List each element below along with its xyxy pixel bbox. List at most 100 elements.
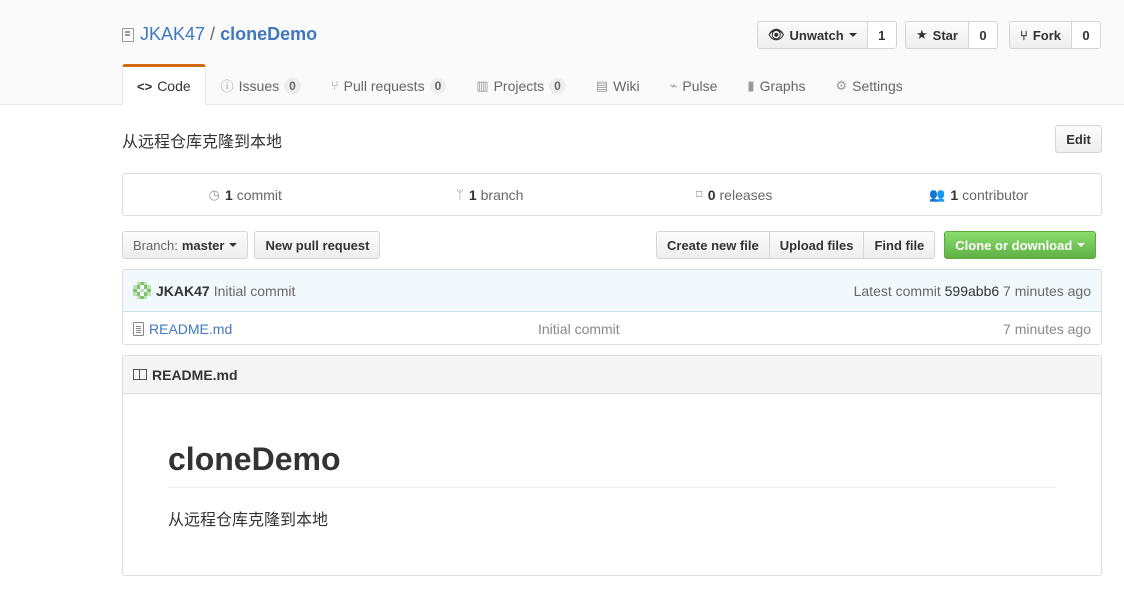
star-group: ★ Star 0 — [905, 21, 998, 49]
releases-link[interactable]: ⌑ 0 releases — [612, 174, 857, 215]
unwatch-group: 👁 Unwatch 1 — [757, 21, 897, 49]
repo-separator: / — [210, 24, 216, 44]
eye-icon: 👁 — [768, 27, 785, 42]
commits-count: 1 — [224, 186, 233, 203]
star-icon: ★ — [916, 27, 928, 42]
branches-label: branch — [480, 186, 524, 203]
file-commit-message-link[interactable]: Initial commit — [538, 321, 620, 337]
tab-counter: 0 — [429, 77, 447, 94]
code-icon: <> — [137, 78, 153, 94]
branch-controls: Branch: master New pull request — [122, 231, 381, 259]
clone-or-download-button[interactable]: Clone or download — [944, 231, 1097, 259]
commit-sha-link[interactable]: 599abb6 — [945, 283, 1000, 299]
forks-count[interactable]: 0 — [1071, 22, 1100, 48]
branch-name: master — [181, 237, 225, 253]
file-list: JKAK47 Initial commit Latest commit 599a… — [122, 269, 1102, 345]
contributors-label: contributor — [962, 186, 1029, 203]
file-icon — [133, 321, 144, 336]
tab-label: Code — [157, 78, 191, 94]
readme-body: cloneDemo 从远程仓库克隆到本地 — [123, 441, 1101, 530]
branch-select-button[interactable]: Branch: master — [122, 231, 249, 259]
releases-count: 0 — [707, 186, 716, 203]
clone-label: Clone or download — [955, 237, 1073, 253]
book-icon: ▤ — [595, 77, 609, 93]
tab-counter: 0 — [549, 77, 566, 94]
tab-graphs[interactable]: ▮ Graphs — [732, 64, 820, 105]
branch-icon: ᛘ — [456, 187, 464, 202]
readme: README.md cloneDemo 从远程仓库克隆到本地 — [122, 355, 1102, 576]
pulse-icon: ⌁ — [669, 77, 678, 93]
tab-wiki[interactable]: ▤ Wiki — [581, 64, 655, 105]
star-button[interactable]: ★ Star — [906, 22, 969, 48]
readme-filename: README.md — [152, 366, 238, 383]
commit-message-link[interactable]: Initial commit — [214, 283, 296, 299]
tab-label: Pull requests — [343, 77, 425, 94]
stars-count[interactable]: 0 — [968, 22, 997, 48]
graph-icon: ▮ — [747, 77, 755, 93]
latest-commit-prefix: Latest commit — [853, 282, 941, 299]
find-file-button[interactable]: Find file — [863, 231, 936, 259]
latest-commit-info: Latest commit 599abb6 7 minutes ago — [854, 283, 1091, 299]
star-label: Star — [932, 27, 958, 43]
tab-code[interactable]: <> Code — [122, 64, 206, 106]
watchers-count[interactable]: 1 — [867, 22, 896, 48]
create-new-file-button[interactable]: Create new file — [656, 231, 770, 259]
repo-summary: ◷ 1 commit ᛘ 1 branch ⌑ 0 releases 👥 1 c… — [122, 173, 1102, 216]
file-commit-time: 7 minutes ago — [1003, 320, 1091, 337]
pull-request-icon: ⑂ — [330, 78, 339, 93]
commits-link[interactable]: ◷ 1 commit — [123, 174, 368, 215]
chevron-down-icon — [229, 243, 238, 247]
branches-link[interactable]: ᛘ 1 branch — [368, 174, 613, 215]
tab-projects[interactable]: ▥ Projects 0 — [461, 64, 581, 105]
history-icon: ◷ — [208, 186, 220, 202]
people-icon: 👥 — [929, 186, 946, 202]
repo-nav: <> Code ⓘ Issues 0 ⑂ Pull requests 0 ▥ P… — [122, 64, 918, 106]
tab-label: Projects — [493, 77, 545, 94]
tab-label: Pulse — [682, 77, 718, 94]
repo-title: JKAK47 / cloneDemo — [122, 24, 317, 45]
unwatch-button[interactable]: 👁 Unwatch — [758, 22, 868, 48]
repo-header: JKAK47 / cloneDemo 👁 Unwatch 1 ★ Star 0 … — [0, 0, 1124, 106]
avatar[interactable] — [133, 281, 151, 300]
gear-icon: ⚙ — [835, 77, 848, 93]
readme-heading: cloneDemo — [168, 441, 1056, 489]
commits-label: commit — [236, 186, 282, 203]
tab-label: Settings — [852, 77, 903, 94]
branch-prefix: Branch: — [133, 237, 178, 253]
edit-description-button[interactable]: Edit — [1055, 125, 1102, 153]
repo-name-link[interactable]: cloneDemo — [220, 24, 317, 45]
tab-settings[interactable]: ⚙ Settings — [821, 64, 918, 105]
tab-label: Issues — [238, 77, 280, 94]
branches-count: 1 — [468, 186, 477, 203]
fork-icon: ⑂ — [1020, 27, 1028, 43]
repo-description: 从远程仓库克隆到本地 — [122, 134, 283, 151]
repo-icon — [122, 27, 134, 42]
chevron-down-icon — [848, 33, 857, 37]
fork-label: Fork — [1032, 27, 1061, 43]
tab-label: Graphs — [759, 77, 806, 94]
tab-counter: 0 — [284, 77, 301, 94]
file-name-link[interactable]: README.md — [149, 321, 232, 337]
tab-pull-requests[interactable]: ⑂ Pull requests 0 — [316, 64, 461, 105]
tab-pulse[interactable]: ⌁ Pulse — [655, 64, 733, 105]
tag-icon: ⌑ — [696, 186, 703, 202]
repo-owner-link[interactable]: JKAK47 — [140, 24, 205, 45]
project-icon: ▥ — [476, 77, 489, 93]
issue-icon: ⓘ — [220, 79, 234, 94]
tab-issues[interactable]: ⓘ Issues 0 — [206, 64, 316, 105]
file-row: README.md Initial commit 7 minutes ago — [123, 312, 1101, 344]
new-pull-request-button[interactable]: New pull request — [254, 231, 381, 259]
releases-label: releases — [719, 186, 773, 203]
commit-time: 7 minutes ago — [1003, 282, 1091, 299]
commit-author-link[interactable]: JKAK47 — [156, 283, 210, 299]
unwatch-label: Unwatch — [789, 27, 844, 43]
contributors-count: 1 — [950, 186, 959, 203]
chevron-down-icon — [1077, 243, 1086, 247]
fork-button[interactable]: ⑂ Fork — [1010, 22, 1072, 48]
upload-files-button[interactable]: Upload files — [768, 231, 865, 259]
commit-tease: JKAK47 Initial commit Latest commit 599a… — [123, 270, 1101, 312]
contributors-link[interactable]: 👥 1 contributor — [857, 174, 1102, 215]
readme-paragraph: 从远程仓库克隆到本地 — [168, 512, 329, 530]
file-navigation: Create new file Upload files Find file C… — [656, 231, 1097, 259]
tab-label: Wiki — [613, 77, 640, 94]
